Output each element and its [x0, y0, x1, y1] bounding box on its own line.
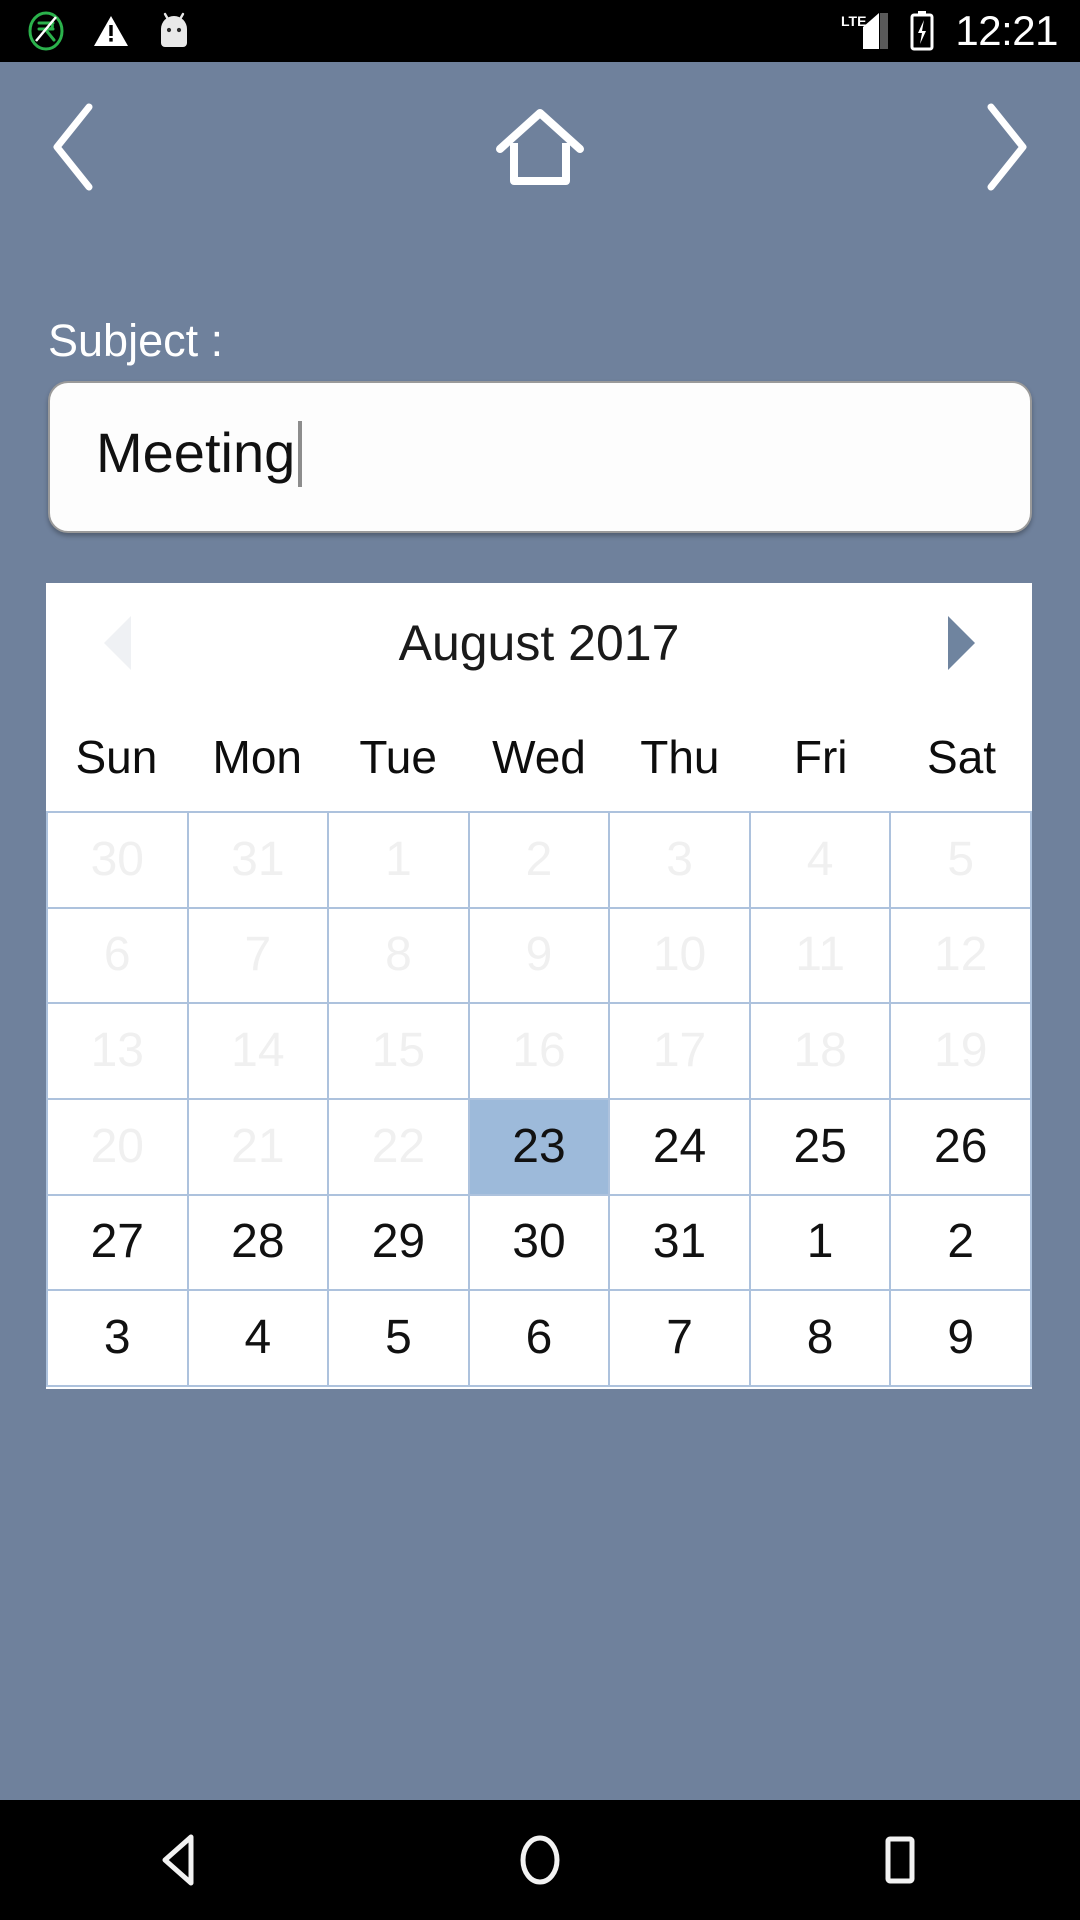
calendar-day: 13 [48, 1004, 189, 1100]
weekday-sun: Sun [75, 731, 158, 783]
status-bar-system-icons: LTE 12:21 [839, 10, 1058, 52]
battery-charging-icon [909, 11, 935, 51]
recents-square-icon[interactable] [830, 1800, 970, 1920]
calendar-day: 9 [469, 908, 611, 1005]
weekday-tue: Tue [359, 731, 437, 783]
weekday-fri: Fri [793, 731, 848, 783]
calendar-weekday-row: Sun Mon Tue Wed Thu Fri Sat [46, 703, 1032, 811]
calendar-day: 5 [891, 813, 1032, 909]
status-bar-clock: 12:21 [955, 7, 1058, 54]
calendar-day: 22 [329, 1099, 470, 1196]
calendar-day: 6 [48, 908, 189, 1005]
calendar-month-title: August 2017 [398, 615, 680, 671]
subject-input-value: Meeting [96, 420, 303, 490]
home-icon[interactable] [485, 92, 595, 202]
calendar-day[interactable]: 6 [469, 1291, 611, 1387]
calendar-day: 15 [329, 1004, 470, 1100]
calendar-day: 2 [469, 813, 611, 909]
home-circle-icon[interactable] [470, 1800, 610, 1920]
text-caret [298, 421, 303, 487]
previous-month-arrow-icon[interactable] [72, 598, 162, 688]
calendar-day[interactable]: 7 [610, 1291, 751, 1387]
warning-triangle-icon [92, 12, 130, 50]
back-chevron-icon[interactable] [18, 92, 128, 202]
calendar-day[interactable]: 9 [891, 1291, 1032, 1387]
weekday-thu: Thu [640, 731, 720, 783]
calendar-day: 20 [48, 1099, 189, 1196]
calendar-day: 21 [188, 1099, 330, 1196]
calendar-day[interactable]: 26 [891, 1099, 1032, 1196]
android-robot-icon [156, 11, 192, 51]
calendar-day-grid: 30 31 1 2 3 4 5 6 7 8 9 10 11 12 13 14 15 16 17 18 19 20 21 22 2… [46, 811, 1032, 1387]
calendar-day: 19 [891, 1004, 1032, 1100]
calendar-day: 7 [188, 908, 330, 1005]
calendar-day: 8 [329, 908, 470, 1005]
status-bar-notification-icons [26, 11, 192, 51]
calendar-day: 17 [610, 1004, 751, 1100]
calendar-header: August 2017 [46, 583, 1032, 703]
subject-label: Subject : [48, 315, 224, 366]
svg-text:LTE: LTE [841, 13, 866, 29]
back-triangle-icon[interactable] [110, 1800, 250, 1920]
calendar-day[interactable]: 1 [750, 1195, 892, 1292]
calendar-day[interactable]: 25 [750, 1099, 892, 1196]
calendar-day: 31 [188, 813, 330, 909]
calendar-day: 18 [750, 1004, 892, 1100]
calendar-day[interactable]: 30 [469, 1195, 611, 1292]
subject-input-text: Meeting [96, 420, 296, 484]
app-top-nav [0, 62, 1080, 232]
subject-input[interactable]: Meeting [48, 381, 1032, 533]
calendar-day[interactable]: 8 [750, 1291, 892, 1387]
lte-signal-icon: LTE [839, 11, 895, 51]
calendar-day[interactable]: 4 [188, 1291, 330, 1387]
weekday-wed: Wed [492, 731, 586, 783]
weekday-mon: Mon [212, 731, 303, 783]
calendar-day[interactable]: 5 [329, 1291, 470, 1387]
next-month-arrow-icon[interactable] [916, 598, 1006, 688]
calendar-day[interactable]: 29 [329, 1195, 470, 1292]
calendar-day[interactable]: 27 [48, 1195, 189, 1292]
rupee-circle-icon [26, 11, 66, 51]
calendar-day: 30 [48, 813, 189, 909]
calendar-day: 11 [750, 908, 892, 1005]
calendar-day[interactable]: 3 [48, 1291, 189, 1387]
calendar-day: 3 [610, 813, 751, 909]
calendar-day[interactable]: 28 [188, 1195, 330, 1292]
calendar-day-selected[interactable]: 23 [469, 1099, 611, 1196]
calendar-day[interactable]: 24 [610, 1099, 751, 1196]
forward-chevron-icon[interactable] [952, 92, 1062, 202]
calendar-widget: August 2017 Sun Mon Tue Wed Thu Fri Sat … [46, 583, 1032, 1389]
calendar-day: 16 [469, 1004, 611, 1100]
phone-screen: LTE 12:21 Subject: Meeting August 2017 … [0, 0, 1080, 1920]
calendar-day: 4 [750, 813, 892, 909]
weekday-sat: Sat [927, 731, 997, 783]
calendar-day: 1 [329, 813, 470, 909]
status-bar: LTE 12:21 [0, 0, 1080, 62]
calendar-day[interactable]: 31 [610, 1195, 751, 1292]
calendar-day: 10 [610, 908, 751, 1005]
android-system-nav [0, 1800, 1080, 1920]
calendar-day[interactable]: 2 [891, 1195, 1032, 1292]
calendar-day: 14 [188, 1004, 330, 1100]
calendar-day: 12 [891, 908, 1032, 1005]
